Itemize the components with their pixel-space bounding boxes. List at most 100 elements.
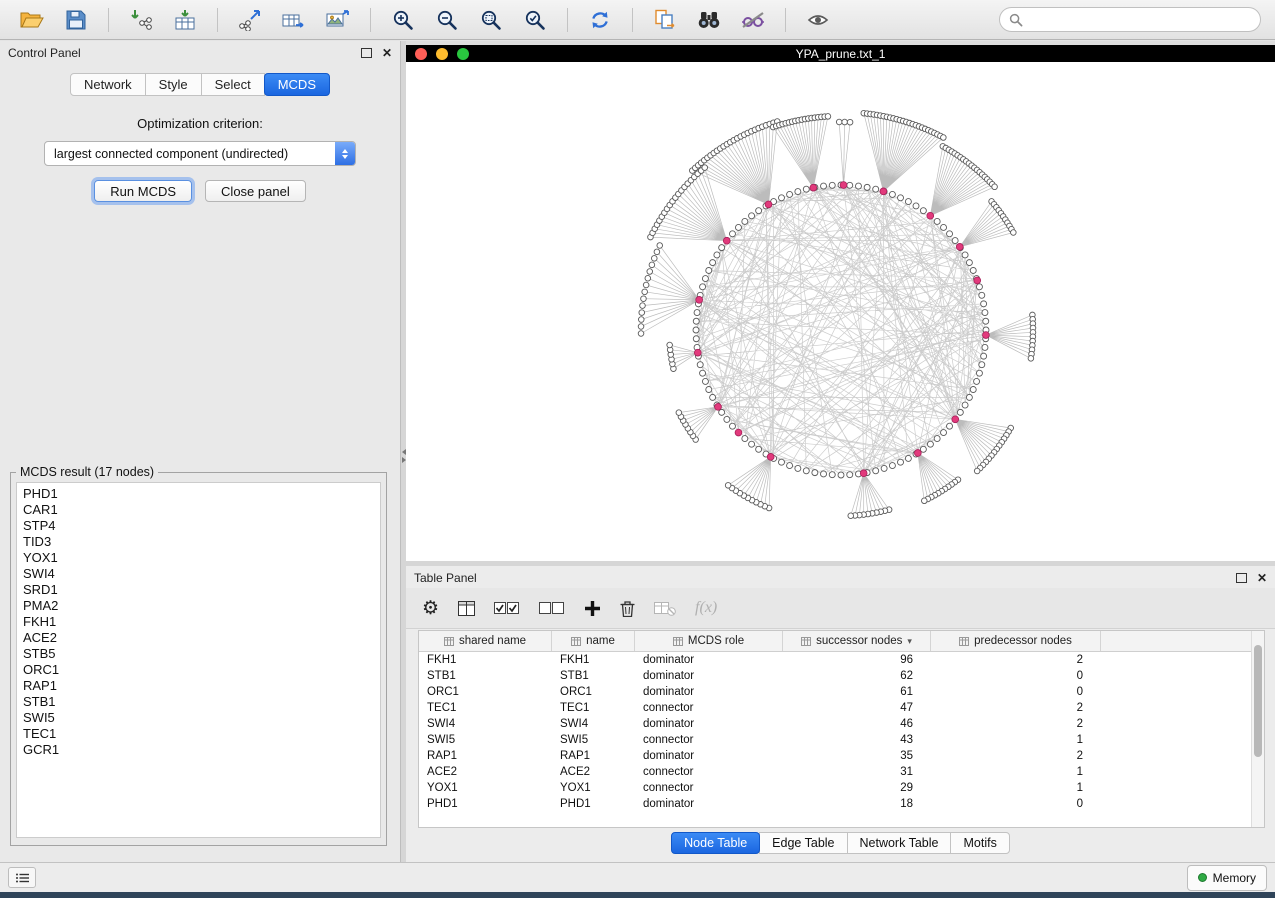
column-header-shared-name[interactable]: shared name [419, 631, 552, 651]
table-row[interactable]: FKH1FKH1dominator962 [419, 652, 1264, 668]
add-column-button[interactable] [584, 600, 601, 617]
network-window-titlebar[interactable]: YPA_prune.txt_1 [406, 45, 1275, 62]
table-scrollbar[interactable] [1251, 631, 1264, 827]
table-cell: 61 [783, 684, 931, 700]
table-row[interactable]: PHD1PHD1dominator180 [419, 796, 1264, 812]
table-row[interactable]: STB1STB1dominator620 [419, 668, 1264, 684]
tab-motifs[interactable]: Motifs [950, 832, 1009, 854]
table-cell: 0 [931, 684, 1101, 700]
trash-icon [620, 600, 635, 617]
mcds-result-item[interactable]: CAR1 [23, 502, 380, 518]
deselect-all-button[interactable] [539, 602, 565, 615]
toolbar-separator [785, 8, 786, 32]
mcds-result-item[interactable]: ACE2 [23, 630, 380, 646]
mcds-result-list[interactable]: PHD1CAR1STP4TID3YOX1SWI4SRD1PMA2FKH1ACE2… [16, 482, 381, 838]
scrollbar-thumb[interactable] [1254, 645, 1262, 757]
import-network-button[interactable] [123, 5, 159, 35]
mcds-result-item[interactable]: GCR1 [23, 742, 380, 758]
close-panel-icon[interactable]: ✕ [1257, 572, 1267, 584]
mcds-result-item[interactable]: TID3 [23, 534, 380, 550]
gear-icon: ⚙ [422, 599, 439, 618]
criterion-dropdown[interactable]: largest connected component (undirected) [44, 141, 356, 166]
table-cell: ACE2 [552, 764, 635, 780]
table-panel-title: Table Panel [414, 571, 477, 585]
toolbar-separator [370, 8, 371, 32]
table-row[interactable]: RAP1RAP1dominator352 [419, 748, 1264, 764]
delete-column-button[interactable] [620, 600, 635, 617]
save-button[interactable] [58, 5, 94, 35]
mcds-result-item[interactable]: TEC1 [23, 726, 380, 742]
zoom-in-button[interactable] [385, 5, 421, 35]
apply-layout-button[interactable] [582, 5, 618, 35]
import-table-button[interactable] [167, 5, 203, 35]
zoom-selected-button[interactable] [517, 5, 553, 35]
show-hidden-button[interactable] [800, 5, 836, 35]
column-grid-icon [444, 637, 454, 646]
select-all-button[interactable] [494, 602, 520, 615]
mcds-result-item[interactable]: STP4 [23, 518, 380, 534]
tab-mcds[interactable]: MCDS [264, 73, 330, 96]
mcds-result-item[interactable]: SWI5 [23, 710, 380, 726]
search-input[interactable] [1029, 12, 1251, 28]
table-row[interactable]: ORC1ORC1dominator610 [419, 684, 1264, 700]
close-panel-icon[interactable]: ✕ [382, 47, 392, 59]
tab-network-table[interactable]: Network Table [847, 832, 952, 854]
hide-selected-button[interactable] [735, 5, 771, 35]
column-header-name[interactable]: name [552, 631, 635, 651]
tab-select[interactable]: Select [201, 73, 265, 96]
mcds-result-item[interactable]: STB5 [23, 646, 380, 662]
mcds-result-item[interactable]: STB1 [23, 694, 380, 710]
mcds-result-item[interactable]: FKH1 [23, 614, 380, 630]
column-header-successor-nodes[interactable]: successor nodes▾ [783, 631, 931, 651]
network-graph[interactable] [406, 62, 1275, 561]
close-panel-button[interactable]: Close panel [205, 180, 306, 202]
run-mcds-button[interactable]: Run MCDS [94, 180, 192, 202]
mcds-result-item[interactable]: RAP1 [23, 678, 380, 694]
mcds-result-item[interactable]: SWI4 [23, 566, 380, 582]
tab-style[interactable]: Style [145, 73, 202, 96]
tab-node-table[interactable]: Node Table [671, 832, 760, 854]
tab-network[interactable]: Network [70, 73, 146, 96]
export-network-button[interactable] [232, 5, 268, 35]
table-cell: 47 [783, 700, 931, 716]
deselect-all-icon [539, 602, 565, 615]
tab-edge-table[interactable]: Edge Table [759, 832, 847, 854]
mcds-result-item[interactable]: YOX1 [23, 550, 380, 566]
table-toolbar: ⚙ [406, 588, 1275, 629]
show-columns-button[interactable] [458, 601, 475, 616]
table-row[interactable]: TEC1TEC1connector472 [419, 700, 1264, 716]
export-image-button[interactable] [320, 5, 356, 35]
float-panel-icon[interactable] [361, 48, 372, 58]
select-all-icon [494, 602, 520, 615]
export-table-button[interactable] [276, 5, 312, 35]
table-panel-header: Table Panel ✕ [406, 566, 1275, 590]
open-file-button[interactable] [14, 5, 50, 35]
float-panel-icon[interactable] [1236, 573, 1247, 583]
mcds-result-item[interactable]: PMA2 [23, 598, 380, 614]
export-image-icon [326, 9, 350, 31]
table-row[interactable]: SWI5SWI5connector431 [419, 732, 1264, 748]
column-header-MCDS-role[interactable]: MCDS role [635, 631, 783, 651]
mcds-result-item[interactable]: PHD1 [23, 486, 380, 502]
column-header-predecessor-nodes[interactable]: predecessor nodes [931, 631, 1101, 651]
table-row[interactable]: YOX1YOX1connector291 [419, 780, 1264, 796]
zoom-fit-button[interactable] [473, 5, 509, 35]
table-settings-button[interactable]: ⚙ [422, 599, 439, 618]
table-cell: dominator [635, 668, 783, 684]
clone-network-button[interactable] [647, 5, 683, 35]
first-neighbors-button[interactable] [691, 5, 727, 35]
mcds-result-item[interactable]: ORC1 [23, 662, 380, 678]
mcds-result-title: MCDS result (17 nodes) [16, 465, 158, 479]
network-canvas[interactable] [406, 62, 1275, 561]
table-cell: 31 [783, 764, 931, 780]
column-label: predecessor nodes [974, 635, 1072, 647]
memory-button[interactable]: Memory [1187, 865, 1267, 891]
table-cell: 1 [931, 764, 1101, 780]
show-task-history-button[interactable] [8, 867, 36, 888]
table-cell: connector [635, 780, 783, 796]
mcds-result-item[interactable]: SRD1 [23, 582, 380, 598]
table-row[interactable]: ACE2ACE2connector311 [419, 764, 1264, 780]
table-row[interactable]: SWI4SWI4dominator462 [419, 716, 1264, 732]
columns-icon [458, 601, 475, 616]
zoom-out-button[interactable] [429, 5, 465, 35]
